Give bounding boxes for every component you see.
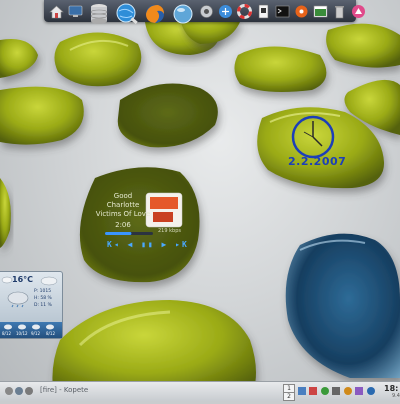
firefox-icon[interactable] [142, 1, 168, 27]
forecast-icons [4, 324, 54, 330]
taskbar-task[interactable]: [fire] - Kopete [40, 386, 88, 394]
glass-sphere-icon[interactable] [170, 1, 196, 27]
monitor-icon[interactable] [67, 3, 84, 20]
media-controls[interactable]: K◂ ◀ ▮▮ ▶ ▸K [107, 240, 189, 249]
forecast-day: 8/12 [46, 331, 55, 336]
window-icon[interactable] [312, 3, 329, 20]
document-icon[interactable] [255, 3, 272, 20]
forecast-day: 8/12 [2, 331, 11, 336]
amarok-icon[interactable] [293, 3, 310, 20]
bottom-panel: [fire] - Kopete 1 2 18: 9.4 [0, 381, 400, 401]
stone [0, 178, 11, 248]
home-icon[interactable] [48, 3, 65, 20]
desktop-stones [0, 0, 400, 400]
weather-widget[interactable]: 16°C P: 1015 H: 58 % D: 11 % 8/12 10/12 … [0, 271, 63, 339]
stone [0, 86, 84, 145]
system-tray-icons[interactable] [298, 385, 378, 397]
panel-clock[interactable]: 18: [384, 384, 398, 393]
rain-cloud-icon [7, 291, 29, 308]
desktop-background [0, 0, 400, 400]
kde-icon[interactable] [350, 3, 367, 20]
stone [0, 39, 38, 78]
cloudy-icon [40, 276, 58, 286]
forecast-day: 9/12 [31, 331, 40, 336]
stone [117, 83, 218, 148]
settings-icon[interactable] [198, 3, 215, 20]
weather-dewpoint: D: 11 % [34, 303, 52, 308]
weather-temperature: 16°C [12, 275, 34, 284]
media-bitrate: 219 kbps [158, 228, 181, 234]
stone [234, 46, 327, 92]
panel-launcher-icons[interactable] [4, 385, 34, 397]
weather-forecast: 8/12 10/12 9/12 8/12 [0, 322, 62, 338]
trash-icon[interactable] [331, 3, 348, 20]
search-globe-icon[interactable] [114, 1, 140, 27]
media-progress-fill [105, 232, 132, 235]
weather-humidity: H: 58 % [34, 296, 52, 301]
top-dock [44, 0, 365, 25]
stone [326, 23, 400, 68]
database-icon[interactable] [86, 1, 112, 27]
network-icon[interactable] [217, 3, 234, 20]
glass-stone [285, 233, 400, 378]
terminal-icon[interactable] [274, 3, 291, 20]
clock-date: 2.2.2007 [288, 155, 347, 168]
lifebuoy-icon[interactable] [236, 3, 253, 20]
media-artist-line1: Good [113, 192, 133, 200]
panel-clock-sub: 9.4 [392, 393, 400, 399]
weather-pressure: P: 1015 [34, 289, 52, 294]
media-artist-line2: Charlotte [106, 201, 140, 209]
forecast-day: 10/12 [16, 331, 28, 336]
media-track-title: Victims Of Love [95, 210, 151, 218]
media-elapsed: 2:06 [115, 221, 131, 229]
